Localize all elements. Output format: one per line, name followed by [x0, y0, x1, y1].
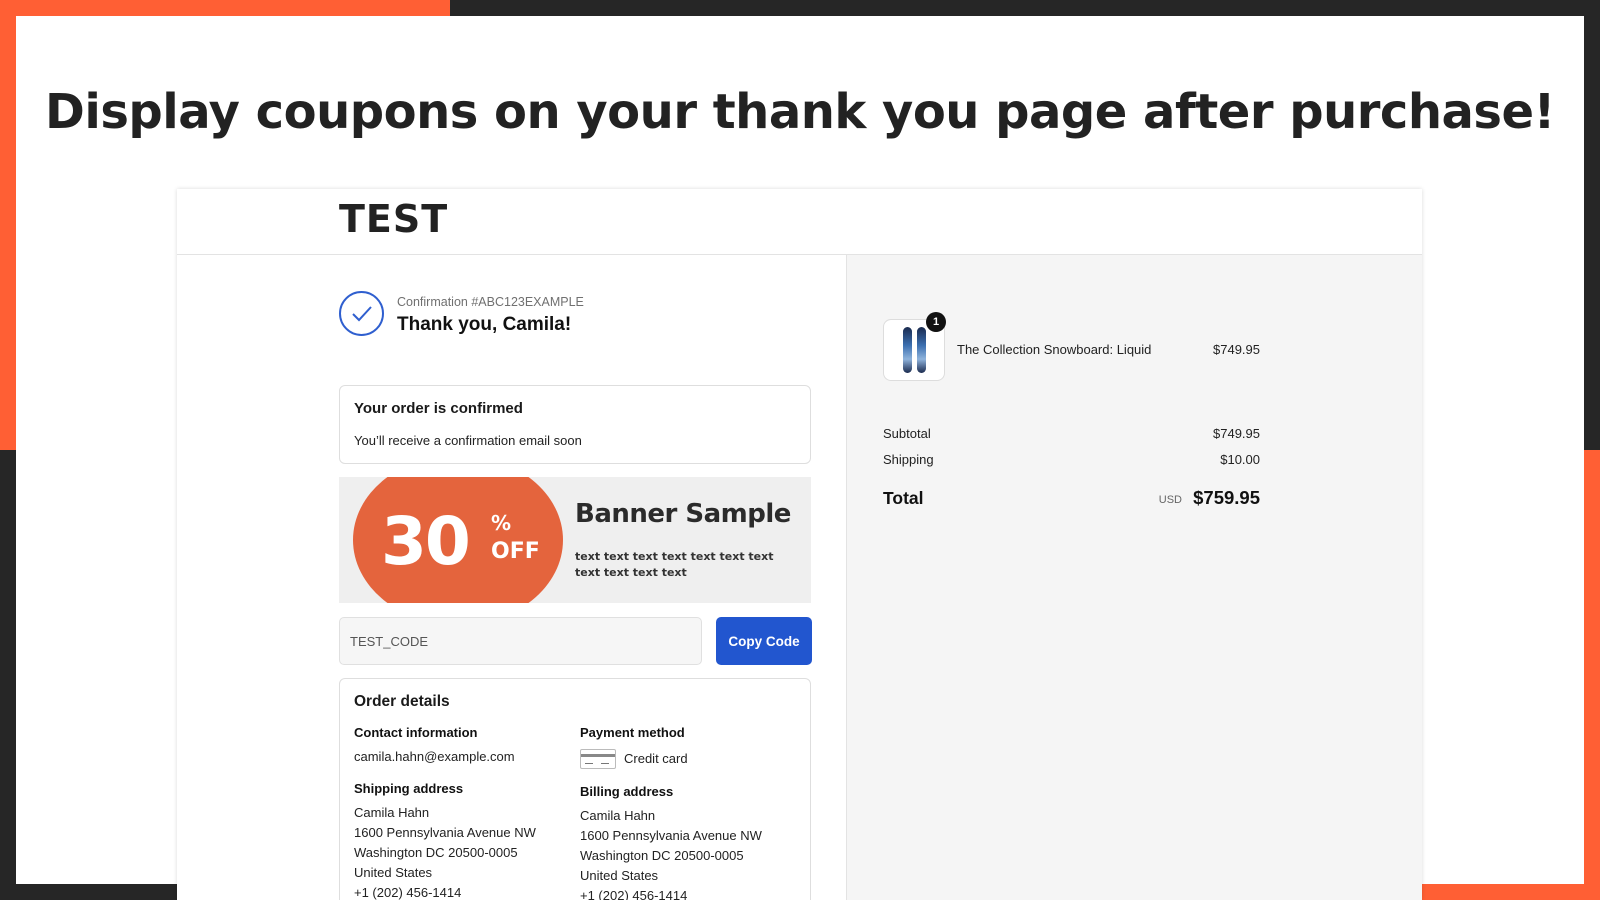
subtotal-value: $749.95 — [1213, 426, 1260, 441]
shipping-phone: +1 (202) 456-1414 — [354, 885, 462, 900]
store-header: TEST — [177, 189, 1422, 255]
subtotal-label: Subtotal — [883, 426, 931, 441]
billing-city: Washington DC 20500-0005 — [580, 848, 744, 863]
snowboard-image — [903, 327, 912, 373]
main-column: Confirmation #ABC123EXAMPLE Thank you, C… — [177, 255, 847, 900]
quantity-badge: 1 — [926, 312, 946, 332]
banner-title: Banner Sample — [575, 499, 791, 529]
order-details-card: Order details Contact information camila… — [339, 678, 811, 900]
promo-headline: Display coupons on your thank you page a… — [45, 84, 1555, 140]
snowboard-image — [917, 327, 926, 373]
banner-percent-sign: % — [491, 511, 512, 535]
banner-body-text: text text text text text text text text … — [575, 550, 774, 579]
billing-phone: +1 (202) 456-1414 — [580, 888, 688, 900]
product-name: The Collection Snowboard: Liquid — [957, 342, 1152, 357]
order-confirmed-message: You’ll receive a confirmation email soon — [354, 433, 582, 448]
check-circle-icon — [339, 291, 384, 336]
order-details-title: Order details — [354, 693, 450, 710]
order-confirmed-title: Your order is confirmed — [354, 400, 523, 417]
coupon-code-field[interactable] — [339, 617, 702, 665]
total-label: Total — [883, 488, 924, 508]
payment-method-label: Payment method — [580, 725, 685, 740]
billing-address-label: Billing address — [580, 784, 674, 799]
product-price: $749.95 — [1213, 342, 1260, 357]
billing-street: 1600 Pennsylvania Avenue NW — [580, 828, 762, 843]
shipping-name: Camila Hahn — [354, 805, 430, 820]
banner-off-label: OFF — [491, 539, 540, 564]
coupon-banner: 30 % OFF Banner Sample text text text te… — [339, 477, 811, 603]
shipping-city: Washington DC 20500-0005 — [354, 845, 518, 860]
store-logo[interactable]: TEST — [339, 197, 448, 241]
billing-name: Camila Hahn — [580, 808, 656, 823]
contact-email: camila.hahn@example.com — [354, 749, 515, 764]
order-summary-column: 1 The Collection Snowboard: Liquid $749.… — [847, 255, 1422, 900]
payment-method-value: Credit card — [624, 751, 688, 766]
thank-you-heading: Thank you, Camila! — [397, 314, 572, 335]
shipping-value: $10.00 — [1220, 452, 1260, 467]
total-currency: USD — [1158, 494, 1182, 506]
billing-country: United States — [580, 868, 659, 883]
contact-info-label: Contact information — [354, 725, 478, 740]
order-confirmed-card: Your order is confirmed You’ll receive a… — [339, 385, 811, 464]
copy-code-button[interactable]: Copy Code — [716, 617, 812, 665]
shipping-country: United States — [354, 865, 433, 880]
banner-discount-value: 30 — [381, 503, 471, 580]
shipping-label: Shipping — [883, 452, 934, 467]
shipping-address-label: Shipping address — [354, 781, 464, 796]
confirmation-number: Confirmation #ABC123EXAMPLE — [397, 295, 584, 309]
checkout-thank-you-page: TEST Confirmation #ABC123EXAMPLE Thank y… — [177, 189, 1422, 900]
total-value: $759.95 — [1193, 487, 1260, 508]
credit-card-icon — [580, 749, 616, 769]
shipping-street: 1600 Pennsylvania Avenue NW — [354, 825, 536, 840]
